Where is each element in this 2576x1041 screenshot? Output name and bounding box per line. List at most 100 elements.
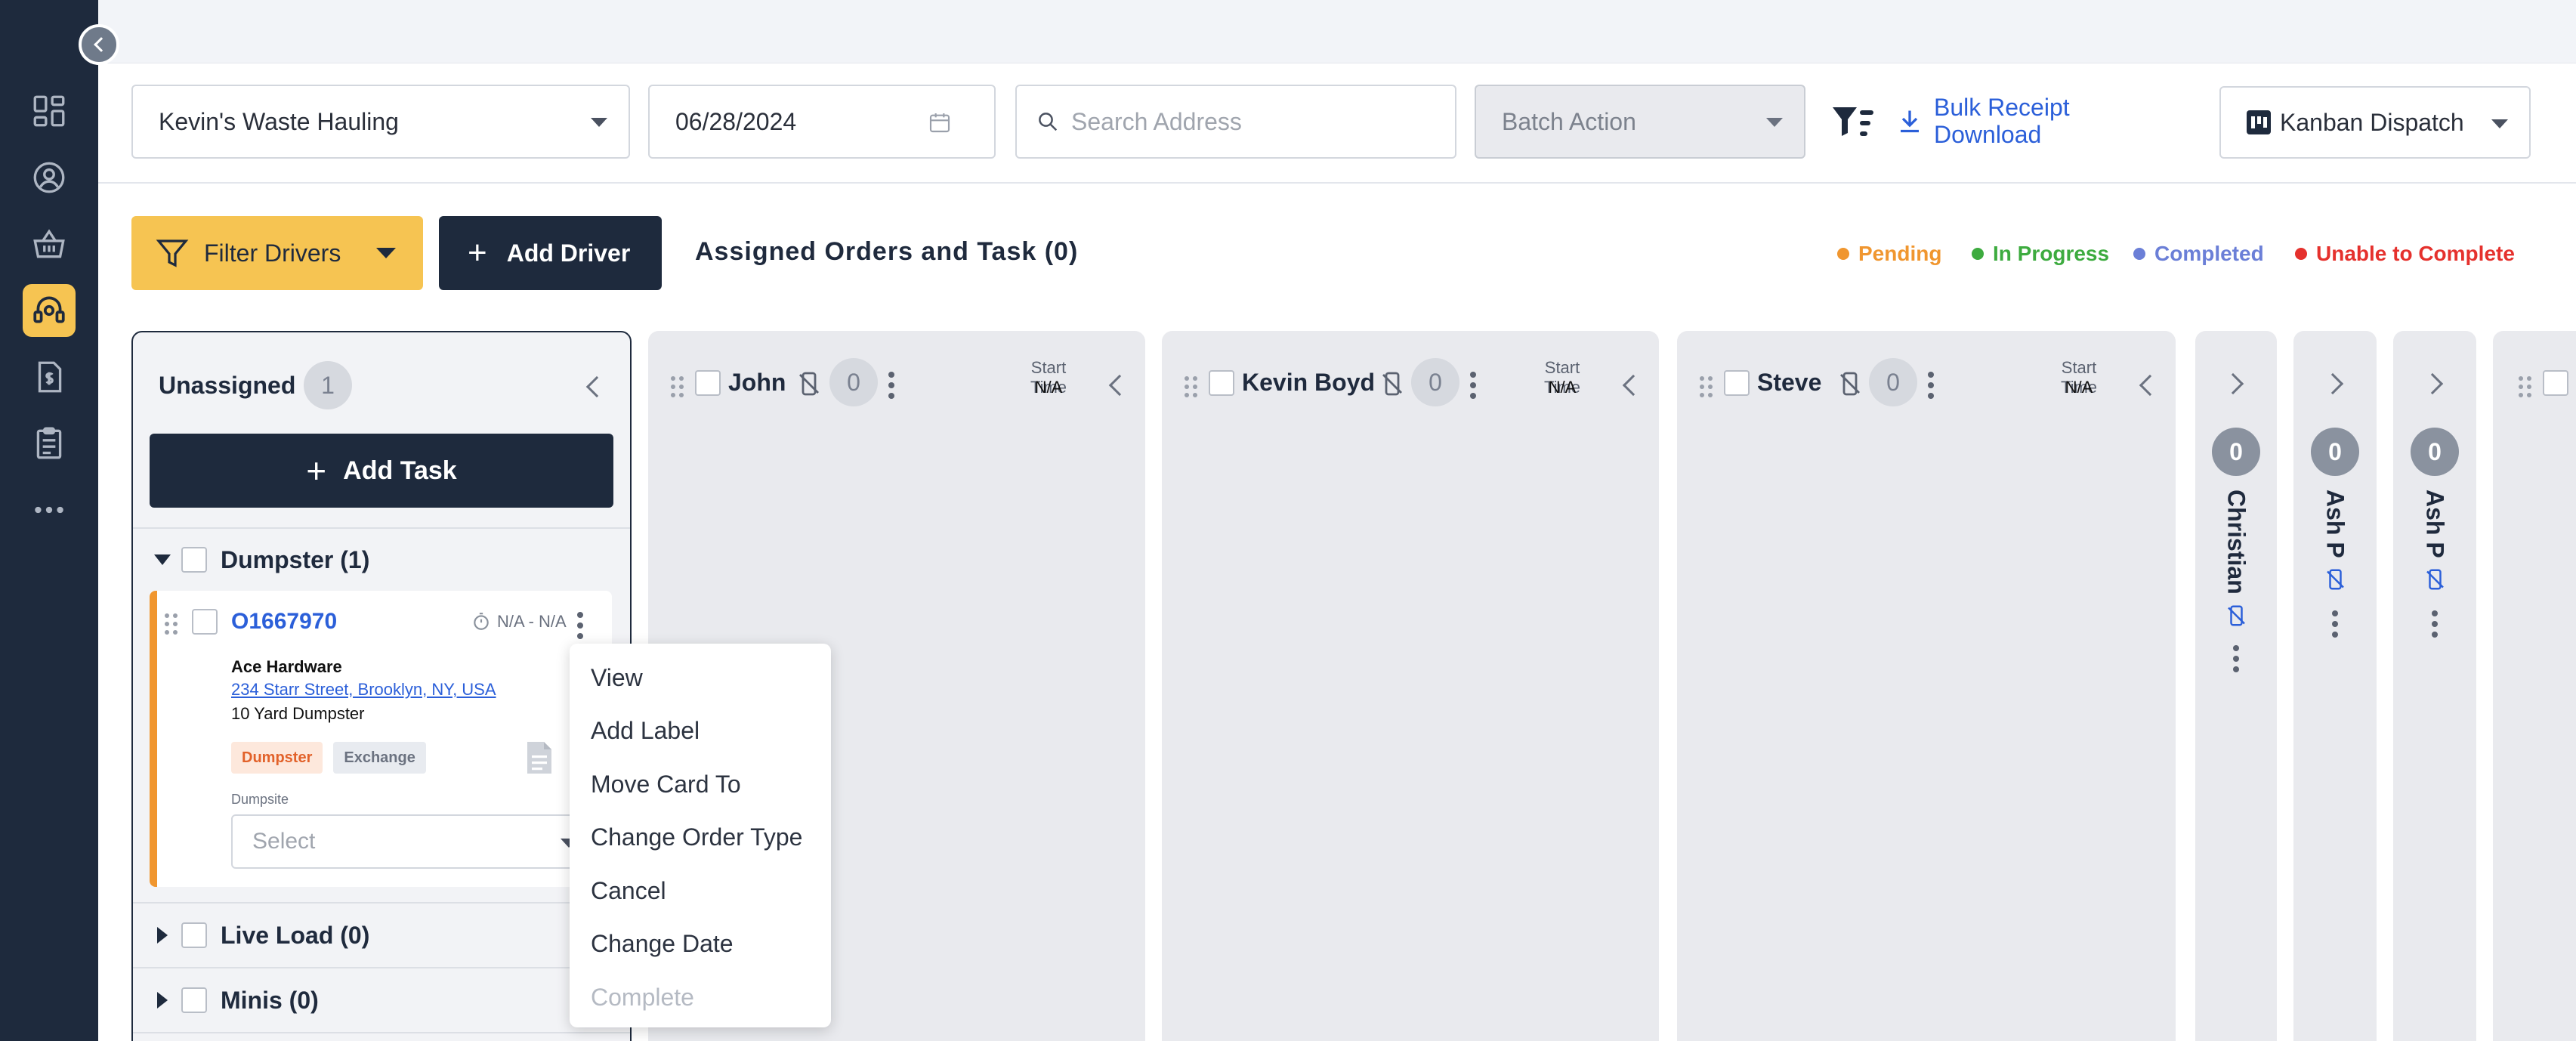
driver-order-count: 0 (1411, 358, 1459, 406)
company-select-value: Kevin's Waste Hauling (159, 107, 399, 135)
driver-checkbox[interactable] (2543, 370, 2568, 396)
batch-action-select[interactable]: Batch Action (1475, 85, 1805, 159)
phone-off-icon (799, 372, 819, 396)
order-menu-kebab-icon[interactable] (577, 612, 583, 639)
plus-icon: + (468, 234, 487, 271)
menu-item-view[interactable]: View (570, 651, 831, 705)
drag-handle-icon[interactable] (1185, 376, 1197, 397)
dashboard-icon[interactable] (23, 85, 76, 137)
drag-handle-icon[interactable] (2519, 376, 2531, 397)
unable-dot (2295, 248, 2307, 260)
search-address-input[interactable]: Search Address (1015, 85, 1456, 159)
group-live-load-header[interactable]: Live Load (0) (133, 904, 630, 967)
expand-column-icon[interactable] (2222, 372, 2244, 395)
expand-column-icon[interactable] (2421, 372, 2444, 395)
divider (133, 1032, 630, 1033)
date-picker[interactable]: 06/28/2024 (648, 85, 996, 159)
view-select[interactable]: Kanban Dispatch (2219, 86, 2531, 159)
document-icon[interactable] (526, 740, 553, 775)
drag-handle-icon[interactable] (1700, 376, 1713, 397)
driver-menu-kebab-icon[interactable] (2332, 610, 2338, 638)
driver-order-count: 0 (829, 358, 878, 406)
driver-checkbox[interactable] (1209, 370, 1234, 396)
collapse-column-icon[interactable] (585, 375, 608, 398)
invoice-icon[interactable] (23, 351, 76, 403)
add-task-button[interactable]: + Add Task (150, 434, 613, 508)
collapsed-driver-column-ash-p: 0 Ash P (2293, 331, 2377, 1041)
partial-driver-column (2493, 331, 2576, 1041)
add-driver-label: Add Driver (506, 239, 631, 267)
driver-menu-kebab-icon[interactable] (888, 372, 894, 399)
group-label: Minis (0) (221, 986, 319, 1014)
basket-icon[interactable] (23, 218, 76, 270)
collapse-column-icon[interactable] (2139, 374, 2161, 397)
menu-item-change-order-type[interactable]: Change Order Type (570, 811, 831, 865)
add-driver-button[interactable]: + Add Driver (439, 216, 662, 290)
phone-off-icon (2326, 569, 2344, 590)
header-divider (98, 182, 2576, 184)
phone-off-icon (2227, 605, 2245, 626)
pending-dot (1837, 248, 1849, 260)
phone-off-icon (1382, 372, 1402, 396)
legend-in-progress: In Progress (1972, 242, 2109, 266)
phone-off-icon (1840, 372, 1860, 396)
start-time-value: N/A (2065, 378, 2093, 397)
order-checkbox[interactable] (192, 609, 218, 635)
collapse-column-icon[interactable] (1108, 374, 1131, 397)
group-checkbox[interactable] (181, 547, 207, 573)
driver-menu-kebab-icon[interactable] (2432, 610, 2438, 638)
download-icon (1901, 110, 1919, 133)
tag-dumpster: Dumpster (231, 742, 323, 774)
timer-icon (474, 613, 489, 630)
sidebar-collapse-button[interactable] (79, 24, 119, 65)
driver-checkbox[interactable] (1724, 370, 1750, 396)
group-checkbox[interactable] (181, 922, 207, 948)
driver-order-count: 0 (2311, 428, 2359, 476)
caret-right-icon (157, 927, 168, 944)
clipboard-icon[interactable] (23, 417, 76, 470)
driver-column-kevin-boyd: Kevin Boyd 0 Start Time N/A (1162, 331, 1659, 1041)
driver-menu-kebab-icon[interactable] (2233, 645, 2239, 672)
unassigned-title: Unassigned (159, 372, 296, 399)
search-icon (1039, 113, 1058, 131)
plus-icon: + (306, 451, 327, 490)
sidebar (0, 0, 98, 1041)
completed-dot (2133, 248, 2145, 260)
driver-order-count: 0 (2212, 428, 2260, 476)
driver-checkbox[interactable] (695, 370, 721, 396)
driver-menu-kebab-icon[interactable] (1928, 372, 1934, 399)
menu-item-move-card-to[interactable]: Move Card To (570, 758, 831, 811)
company-select[interactable]: Kevin's Waste Hauling (131, 85, 630, 159)
group-label: Live Load (0) (221, 921, 370, 949)
drag-handle-icon[interactable] (165, 613, 178, 635)
user-circle-icon[interactable] (23, 151, 76, 204)
driver-menu-kebab-icon[interactable] (1470, 372, 1476, 399)
bulk-receipt-download-link[interactable]: Bulk Receipt Download (1896, 94, 2070, 148)
group-minis-header[interactable]: Minis (0) (133, 968, 630, 1032)
menu-item-cancel[interactable]: Cancel (570, 864, 831, 918)
date-value: 06/28/2024 (675, 107, 797, 135)
drag-handle-icon[interactable] (671, 376, 684, 397)
start-time-value: N/A (1548, 378, 1577, 397)
sort-filter-icon[interactable] (1831, 104, 1875, 141)
filter-drivers-button[interactable]: Filter Drivers (131, 216, 423, 290)
menu-item-add-label[interactable]: Add Label (570, 705, 831, 758)
more-icon[interactable] (23, 483, 76, 536)
dispatch-headset-icon[interactable] (23, 284, 76, 337)
collapse-column-icon[interactable] (1622, 374, 1645, 397)
expand-column-icon[interactable] (2321, 372, 2344, 395)
chevron-down-icon (1766, 118, 1783, 127)
order-card[interactable]: O1667970 N/A - N/A Ace Hardware 234 Star… (150, 591, 612, 887)
order-id-link[interactable]: O1667970 (231, 609, 337, 635)
dumpsite-select[interactable]: Select (231, 814, 594, 869)
filter-drivers-label: Filter Drivers (204, 239, 341, 267)
group-checkbox[interactable] (181, 987, 207, 1013)
order-address-link[interactable]: 234 Starr Street, Brooklyn, NY, USA (231, 680, 496, 700)
menu-item-change-date[interactable]: Change Date (570, 918, 831, 971)
group-dumpster-header[interactable]: Dumpster (1) (133, 529, 630, 591)
driver-name-vertical: Ash P (2321, 490, 2349, 590)
legend-completed: Completed (2133, 242, 2264, 266)
order-time-range: N/A - N/A (497, 612, 567, 631)
bulk-receipt-line2: Download (1934, 121, 2042, 148)
order-card-accent (150, 591, 157, 887)
